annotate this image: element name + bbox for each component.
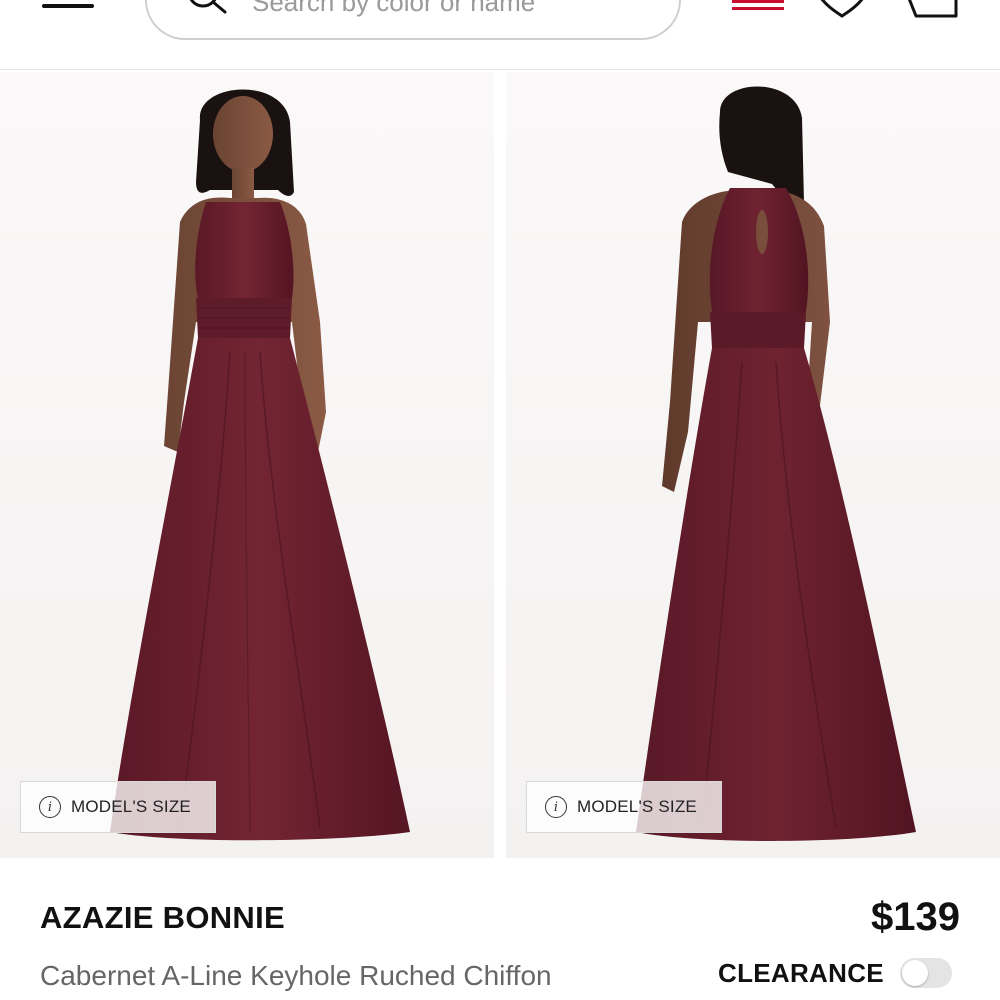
- search-input[interactable]: [252, 0, 652, 20]
- product-brand-name: AZAZIE BONNIE: [40, 900, 286, 935]
- product-gallery[interactable]: i MODEL'S SIZE i MODEL'S SIZE: [0, 72, 1000, 858]
- clearance-filter[interactable]: CLEARANCE: [718, 955, 952, 991]
- search-bar[interactable]: [145, 0, 681, 40]
- toggle-knob: [901, 960, 928, 986]
- info-icon: i: [39, 796, 61, 818]
- model-size-label: MODEL'S SIZE: [577, 797, 697, 816]
- product-image-back[interactable]: i MODEL'S SIZE: [506, 72, 1000, 858]
- shopping-bag-icon[interactable]: [902, 0, 960, 20]
- product-price: $139: [871, 895, 960, 939]
- model-size-button[interactable]: i MODEL'S SIZE: [526, 781, 722, 833]
- us-flag-icon[interactable]: [732, 0, 786, 12]
- menu-icon[interactable]: [42, 0, 96, 20]
- search-icon: [189, 0, 227, 14]
- info-icon: i: [545, 796, 567, 818]
- product-description: Cabernet A-Line Keyhole Ruched Chiffon: [40, 960, 552, 991]
- model-size-label: MODEL'S SIZE: [71, 797, 191, 816]
- clearance-label: CLEARANCE: [718, 957, 884, 988]
- heart-icon[interactable]: [812, 0, 870, 18]
- dress-back-illustration: [636, 86, 916, 841]
- model-size-button[interactable]: i MODEL'S SIZE: [20, 781, 216, 833]
- product-page: i MODEL'S SIZE: [0, 0, 1000, 1000]
- dress-front-illustration: [110, 89, 410, 841]
- product-image-front[interactable]: i MODEL'S SIZE: [0, 72, 494, 858]
- top-header: [0, 0, 1000, 70]
- clearance-toggle[interactable]: [899, 958, 952, 988]
